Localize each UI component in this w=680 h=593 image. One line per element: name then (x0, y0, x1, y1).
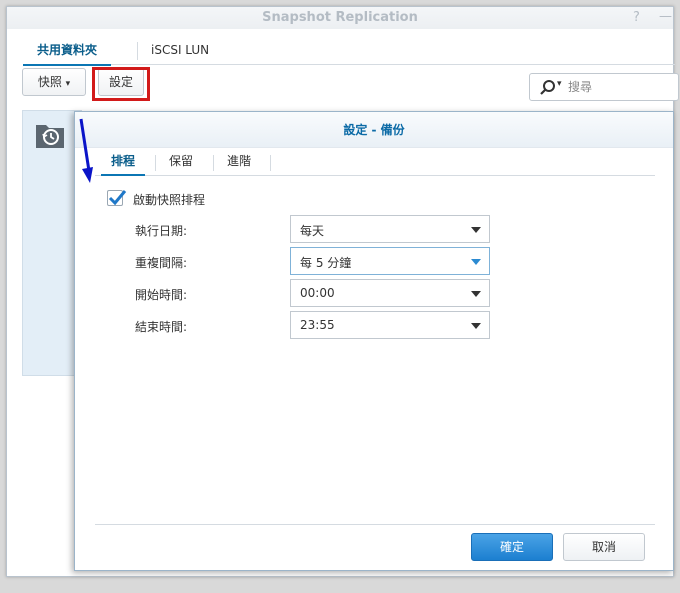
snapshot-menu-label: 快照 (37, 75, 62, 89)
tab-advanced[interactable]: 進階 (217, 148, 261, 176)
chevron-down-icon (471, 227, 481, 233)
search-options-icon[interactable]: ▾ (557, 79, 562, 89)
search-icon (540, 80, 555, 95)
run-date-select[interactable]: 每天 (290, 215, 490, 243)
enable-schedule-checkbox[interactable] (107, 190, 127, 206)
end-time-label: 結束時間: (135, 320, 188, 334)
tab-schedule[interactable]: 排程 (101, 148, 146, 176)
search-box[interactable]: ▾ (529, 73, 679, 101)
highlight-box (92, 67, 150, 101)
tab-divider (270, 155, 271, 171)
chevron-down-icon (471, 291, 481, 297)
dialog-tab-bar: 排程 保留 進階 (95, 148, 655, 176)
chevron-down-icon (471, 259, 481, 265)
tab-iscsi-lun[interactable]: iSCSI LUN (137, 38, 223, 66)
chevron-down-icon: ▾ (65, 79, 71, 89)
app-title: Snapshot Replication (262, 10, 418, 25)
dialog-title: 設定 - 備份 (75, 112, 673, 148)
snapshot-list-panel (22, 110, 82, 376)
run-date-value: 每天 (300, 224, 325, 238)
title-bar: Snapshot Replication ? — (7, 7, 673, 29)
minimize-icon[interactable]: — (659, 9, 672, 24)
help-icon[interactable]: ? (633, 10, 640, 25)
repeat-interval-value: 每 5 分鐘 (300, 256, 352, 270)
start-time-label: 開始時間: (135, 288, 188, 302)
settings-dialog: 設定 - 備份 排程 保留 進階 啟動快照排程 執行日期: 每天 重複間隔: 每… (74, 111, 674, 571)
footer-divider (95, 524, 655, 525)
start-time-value: 00:00 (300, 286, 335, 300)
end-time-value: 23:55 (300, 318, 335, 332)
run-date-label: 執行日期: (135, 224, 188, 238)
tab-divider (213, 155, 214, 171)
main-tab-bar: 共用資料夾 iSCSI LUN (23, 34, 675, 66)
chevron-down-icon (471, 323, 481, 329)
tab-retention[interactable]: 保留 (159, 148, 203, 176)
enable-schedule-label: 啟動快照排程 (133, 193, 206, 207)
checkmark-icon (108, 190, 127, 206)
end-time-select[interactable]: 23:55 (290, 311, 490, 339)
tab-divider (155, 155, 156, 171)
ok-button[interactable]: 確定 (471, 533, 553, 561)
tab-shared-folder[interactable]: 共用資料夾 (23, 38, 112, 66)
cancel-button[interactable]: 取消 (563, 533, 645, 561)
start-time-select[interactable]: 00:00 (290, 279, 490, 307)
repeat-interval-label: 重複間隔: (135, 256, 188, 270)
repeat-interval-select[interactable]: 每 5 分鐘 (290, 247, 490, 275)
annotation-arrow-icon (79, 118, 93, 183)
snapshot-menu-button[interactable]: 快照 ▾ (22, 68, 86, 96)
search-input[interactable] (568, 79, 673, 95)
snapshot-folder-icon (36, 125, 64, 148)
